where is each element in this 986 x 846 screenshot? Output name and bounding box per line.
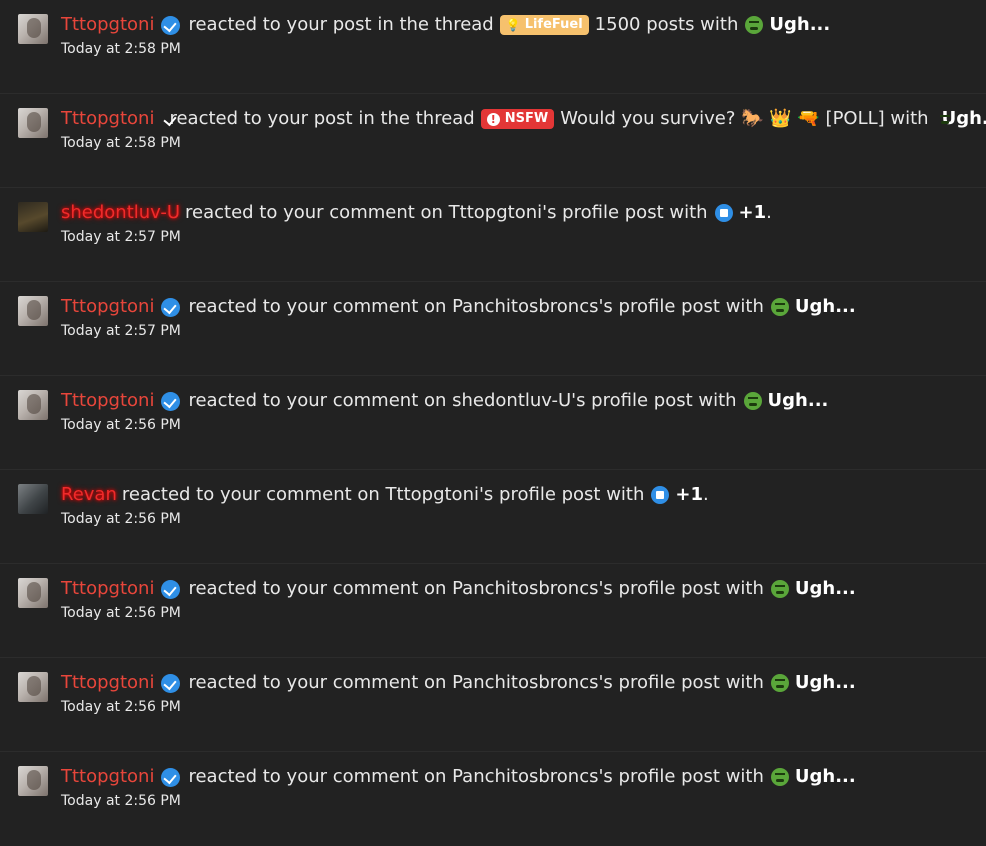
lightbulb-icon: 💡 bbox=[505, 18, 521, 32]
verified-icon bbox=[161, 579, 181, 599]
avatar[interactable] bbox=[18, 766, 48, 796]
avatar[interactable] bbox=[18, 390, 48, 420]
timestamp[interactable]: Today at 2:57 PM bbox=[61, 322, 978, 340]
notification-item[interactable]: Tttopgtoni reacted to your comment on Pa… bbox=[0, 658, 986, 752]
username-link[interactable]: Revan bbox=[61, 484, 117, 506]
username-link[interactable]: Tttopgtoni bbox=[61, 578, 154, 600]
reaction-label: Ugh... bbox=[794, 766, 856, 787]
prefix-label: LifeFuel bbox=[524, 17, 583, 32]
username-link[interactable]: Tttopgtoni bbox=[61, 108, 154, 130]
username-link[interactable]: Tttopgtoni bbox=[61, 296, 154, 318]
notification-content: Tttopgtoni reacted to your comment on sh… bbox=[61, 390, 978, 434]
timestamp[interactable]: Today at 2:56 PM bbox=[61, 604, 978, 622]
notification-text: Tttopgtoni reacted to your comment on Pa… bbox=[61, 578, 978, 600]
sick-face-icon bbox=[770, 298, 789, 316]
action-text: reacted to your post in the thread bbox=[188, 14, 494, 35]
thread-prefix[interactable]: 💡 LifeFuel bbox=[499, 15, 589, 35]
verified-icon bbox=[161, 767, 181, 787]
thread-title-link[interactable]: 1500 posts with bbox=[595, 14, 739, 36]
avatar[interactable] bbox=[18, 296, 48, 326]
thread-prefix[interactable]: ! NSFW bbox=[480, 109, 555, 129]
notification-text: shedontluv-U reacted to your comment on … bbox=[61, 202, 978, 224]
timestamp[interactable]: Today at 2:56 PM bbox=[61, 698, 978, 716]
action-text: reacted to your comment on Panchitosbron… bbox=[188, 296, 764, 317]
notification-content: Tttopgtoni reacted to your comment on Pa… bbox=[61, 578, 978, 622]
sick-face-icon bbox=[743, 392, 762, 410]
notification-item[interactable]: Tttopgtoni reacted to your comment on Pa… bbox=[0, 564, 986, 658]
username-link[interactable]: Tttopgtoni bbox=[61, 672, 154, 694]
notification-item[interactable]: Tttopgtoni reacted to your comment on sh… bbox=[0, 376, 986, 470]
timestamp[interactable]: Today at 2:58 PM bbox=[61, 134, 978, 152]
notification-text: Tttopgtoni reacted to your post in the t… bbox=[61, 108, 986, 130]
notification-item[interactable]: Tttopgtoni reacted to your comment on Pa… bbox=[0, 282, 986, 376]
notification-content: Tttopgtoni reacted to your post in the t… bbox=[61, 14, 978, 58]
timestamp[interactable]: Today at 2:56 PM bbox=[61, 416, 978, 434]
timestamp[interactable]: Today at 2:56 PM bbox=[61, 510, 978, 528]
notification-item[interactable]: Tttopgtoni reacted to your post in the t… bbox=[0, 0, 986, 94]
notification-text: Tttopgtoni reacted to your comment on sh… bbox=[61, 390, 978, 412]
notification-item[interactable]: Revan reacted to your comment on Tttopgt… bbox=[0, 470, 986, 564]
notification-text: Tttopgtoni reacted to your comment on Pa… bbox=[61, 766, 978, 788]
action-text: reacted to your comment on Panchitosbron… bbox=[188, 578, 764, 599]
sick-face-icon bbox=[770, 674, 789, 692]
avatar[interactable] bbox=[18, 484, 48, 514]
notification-text: Tttopgtoni reacted to your comment on Pa… bbox=[61, 296, 978, 318]
notification-content: Tttopgtoni reacted to your comment on Pa… bbox=[61, 672, 978, 716]
notification-content: Revan reacted to your comment on Tttopgt… bbox=[61, 484, 978, 528]
notification-content: Tttopgtoni reacted to your post in the t… bbox=[61, 108, 986, 152]
reaction-label: Ugh... bbox=[794, 296, 856, 317]
username-link[interactable]: Tttopgtoni bbox=[61, 14, 154, 36]
avatar[interactable] bbox=[18, 14, 48, 44]
notification-item[interactable]: Tttopgtoni reacted to your comment on Pa… bbox=[0, 752, 986, 846]
prefix-label: NSFW bbox=[504, 111, 549, 126]
notification-list: Tttopgtoni reacted to your post in the t… bbox=[0, 0, 986, 846]
verified-icon bbox=[161, 391, 181, 411]
notification-text: Tttopgtoni reacted to your comment on Pa… bbox=[61, 672, 978, 694]
action-text: reacted to your comment on Tttopgtoni's … bbox=[121, 484, 645, 505]
thread-title-link[interactable]: Would you survive? 🐎 👑 🔫 [POLL] with bbox=[560, 108, 928, 130]
username-link[interactable]: shedontluv-U bbox=[61, 202, 180, 224]
username-link[interactable]: Tttopgtoni bbox=[61, 390, 154, 412]
avatar[interactable] bbox=[18, 202, 48, 232]
alert-icon: ! bbox=[486, 112, 500, 126]
end-punctuation: . bbox=[766, 202, 772, 223]
avatar[interactable] bbox=[18, 578, 48, 608]
avatar[interactable] bbox=[18, 108, 48, 138]
action-text: reacted to your comment on Panchitosbron… bbox=[188, 766, 764, 787]
username-link[interactable]: Tttopgtoni bbox=[61, 766, 154, 788]
sick-face-icon bbox=[770, 580, 789, 598]
reaction-label: Ugh... bbox=[794, 578, 856, 599]
verified-icon bbox=[161, 297, 181, 317]
avatar[interactable] bbox=[18, 672, 48, 702]
reaction-label: Ugh... bbox=[769, 14, 831, 35]
notification-item[interactable]: shedontluv-U reacted to your comment on … bbox=[0, 188, 986, 282]
timestamp[interactable]: Today at 2:57 PM bbox=[61, 228, 978, 246]
action-text: reacted to your comment on Tttopgtoni's … bbox=[185, 202, 708, 223]
thumbs-up-icon bbox=[651, 486, 670, 504]
reaction-label: Ugh... bbox=[794, 672, 856, 693]
verified-icon bbox=[161, 15, 181, 35]
action-text: reacted to your comment on shedontluv-U'… bbox=[188, 390, 737, 411]
notification-content: Tttopgtoni reacted to your comment on Pa… bbox=[61, 766, 978, 810]
thumbs-up-icon bbox=[714, 204, 733, 222]
notification-content: Tttopgtoni reacted to your comment on Pa… bbox=[61, 296, 978, 340]
reaction-label: +1 bbox=[738, 202, 767, 223]
action-text: reacted to your comment on Panchitosbron… bbox=[188, 672, 764, 693]
end-punctuation: . bbox=[703, 484, 709, 505]
notification-text: Tttopgtoni reacted to your post in the t… bbox=[61, 14, 978, 36]
timestamp[interactable]: Today at 2:58 PM bbox=[61, 40, 978, 58]
sick-face-icon bbox=[745, 16, 764, 34]
action-text: reacted to your post in the thread bbox=[169, 108, 475, 129]
notification-item[interactable]: Tttopgtoni reacted to your post in the t… bbox=[0, 94, 986, 188]
notification-content: shedontluv-U reacted to your comment on … bbox=[61, 202, 978, 246]
reaction-label: Ugh... bbox=[767, 390, 829, 411]
sick-face-icon bbox=[770, 768, 789, 786]
reaction-label: +1 bbox=[675, 484, 704, 505]
verified-icon bbox=[161, 673, 181, 693]
timestamp[interactable]: Today at 2:56 PM bbox=[61, 792, 978, 810]
notification-text: Revan reacted to your comment on Tttopgt… bbox=[61, 484, 978, 506]
